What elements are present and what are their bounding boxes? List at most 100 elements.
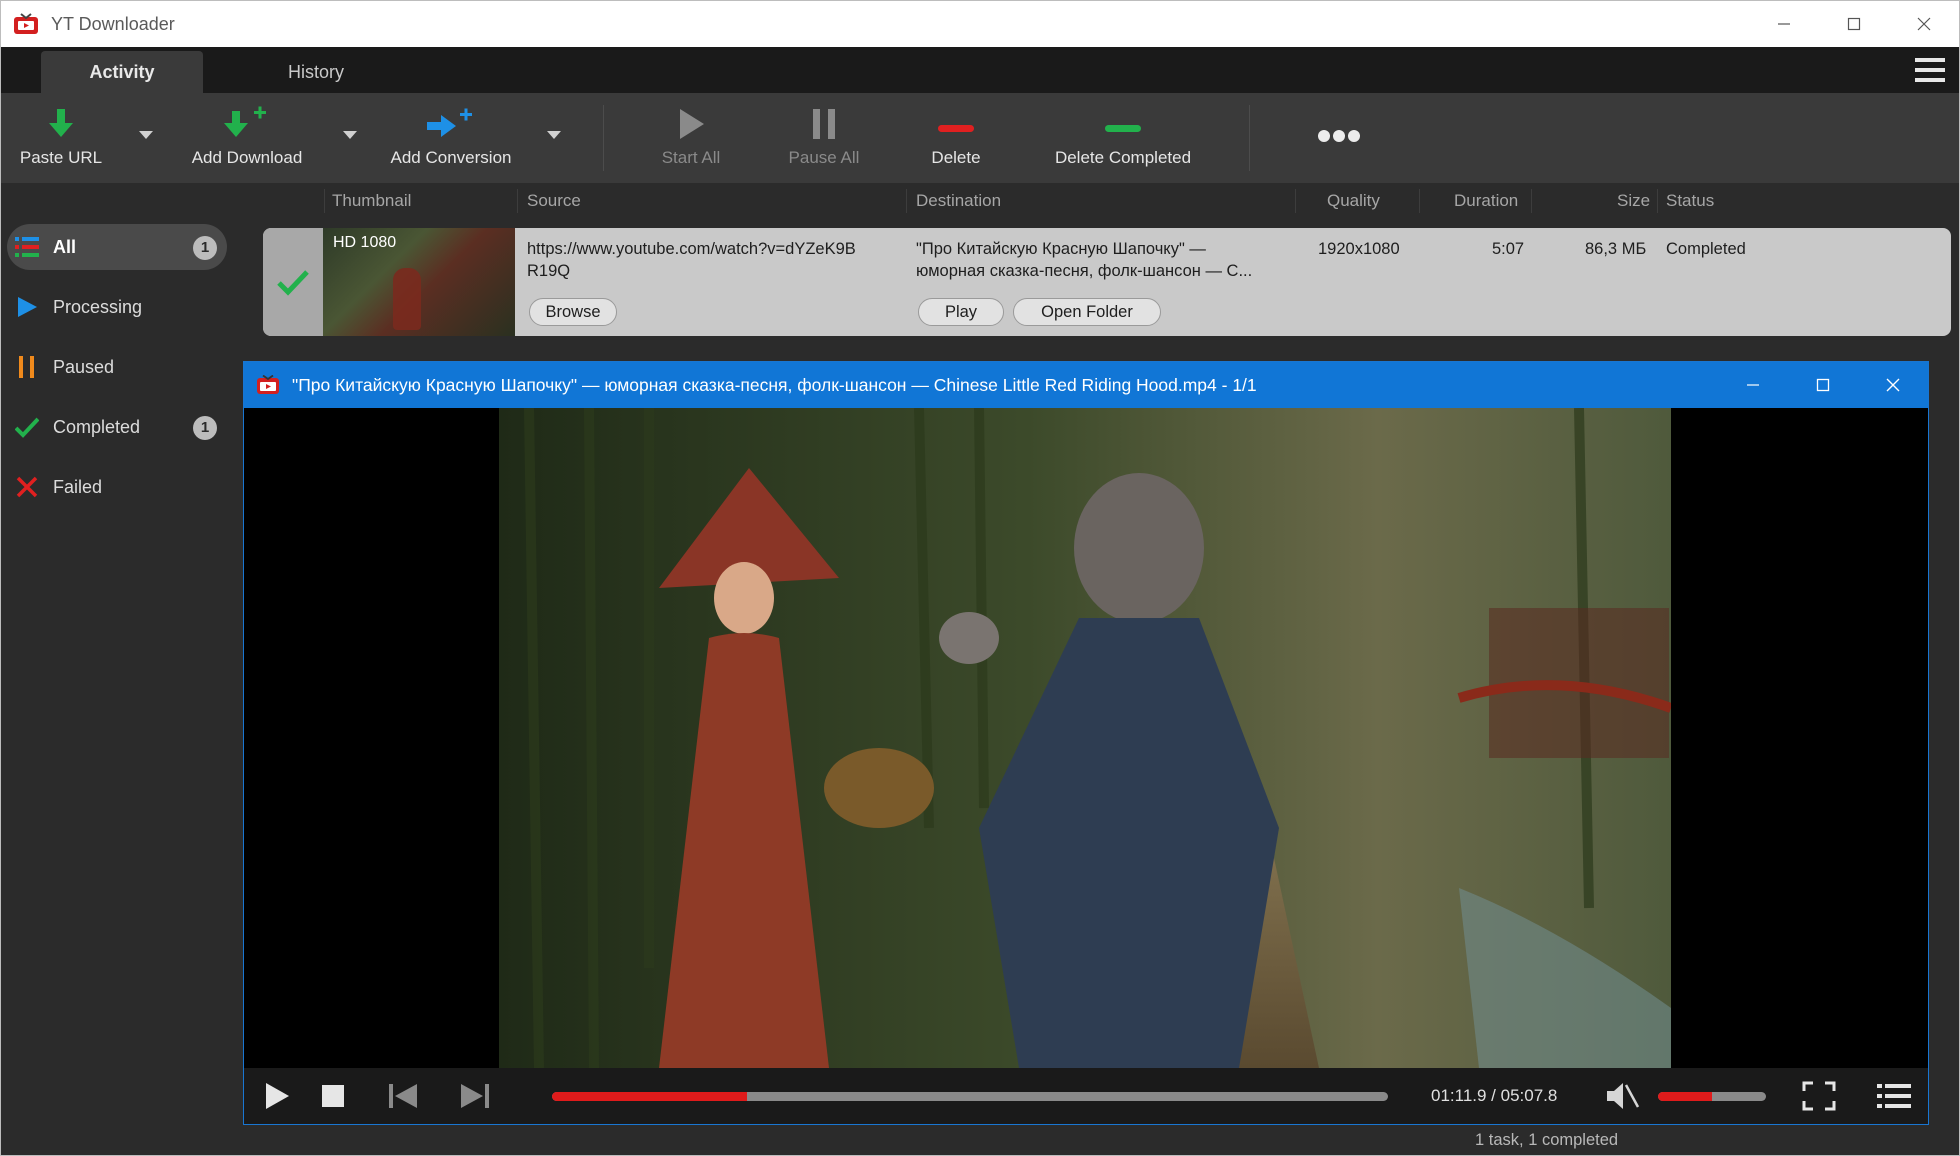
delete-completed-label: Delete Completed xyxy=(1054,148,1192,167)
destination-line2: юморная сказка-песня, фолк-шансон — С... xyxy=(916,262,1253,280)
video-frame[interactable] xyxy=(499,408,1671,1068)
col-destination[interactable]: Destination xyxy=(916,183,1001,219)
sidebar-item-processing[interactable]: Processing xyxy=(7,284,227,330)
toolbar: Paste URL Add Download Add Conversion St… xyxy=(1,93,1959,183)
speaker-muted-icon xyxy=(1607,1083,1640,1109)
play-icon xyxy=(15,295,39,319)
stop-button[interactable] xyxy=(318,1068,348,1124)
tab-bar: Activity History xyxy=(1,47,1959,93)
volume-level xyxy=(1658,1092,1712,1101)
add-conversion-dropdown-icon[interactable] xyxy=(547,131,561,139)
playlist-button[interactable] xyxy=(1874,1068,1914,1124)
sidebar-item-paused[interactable]: Paused xyxy=(7,344,227,390)
source-url-line1: https://www.youtube.com/watch?v=dYZeK9B xyxy=(527,240,856,258)
sidebar-item-label: All xyxy=(53,236,77,257)
col-size[interactable]: Size xyxy=(1617,183,1650,219)
title-bar: YT Downloader xyxy=(1,1,1959,47)
delete-label: Delete xyxy=(931,148,981,167)
status-value: Completed xyxy=(1666,240,1746,258)
player-maximize-button[interactable] xyxy=(1788,362,1858,408)
pause-icon xyxy=(15,355,39,379)
toolbar-separator xyxy=(1249,105,1250,171)
list-icon xyxy=(15,235,39,259)
column-separator xyxy=(1657,189,1658,213)
play-button[interactable]: Play xyxy=(918,298,1004,326)
seek-bar[interactable] xyxy=(552,1092,1388,1101)
main-menu-icon[interactable] xyxy=(1913,55,1947,85)
sidebar-item-label: Paused xyxy=(53,356,115,377)
sidebar: All 1 Processing Paused Completed 1 Fail… xyxy=(1,219,241,1125)
stop-icon xyxy=(322,1085,344,1107)
col-duration[interactable]: Duration xyxy=(1454,183,1518,219)
browse-button[interactable]: Browse xyxy=(529,298,617,326)
fullscreen-icon xyxy=(1802,1081,1836,1111)
minus-red-icon xyxy=(938,125,974,132)
quality-badge: HD 1080 xyxy=(333,234,397,251)
duration-value: 5:07 xyxy=(1492,240,1525,258)
maximize-button[interactable] xyxy=(1819,1,1889,47)
column-separator xyxy=(517,189,518,213)
sidebar-item-all[interactable]: All 1 xyxy=(7,224,227,270)
delete-completed-button[interactable]: Delete Completed xyxy=(1047,93,1199,183)
player-title-bar: "Про Китайскую Красную Шапочку" — юморна… xyxy=(244,362,1928,408)
mute-button[interactable] xyxy=(1602,1068,1642,1124)
size-value: 86,3 МБ xyxy=(1585,240,1647,258)
add-download-label: Add Download xyxy=(191,148,303,167)
video-thumbnail: HD 1080 xyxy=(323,228,515,336)
sidebar-item-failed[interactable]: Failed xyxy=(7,464,227,510)
source-url-line2: R19Q xyxy=(527,262,571,280)
play-icon xyxy=(266,1083,289,1109)
paste-url-dropdown-icon[interactable] xyxy=(139,131,153,139)
add-download-button[interactable]: Add Download xyxy=(185,93,309,183)
add-conversion-button[interactable]: Add Conversion xyxy=(385,93,517,183)
column-separator xyxy=(1295,189,1296,213)
close-icon xyxy=(1917,17,1931,31)
play-icon xyxy=(680,109,704,139)
check-icon xyxy=(15,415,39,439)
volume-slider[interactable] xyxy=(1658,1092,1766,1101)
more-options-icon[interactable] xyxy=(1317,129,1361,143)
paste-url-button[interactable]: Paste URL xyxy=(19,93,103,183)
start-all-button[interactable]: Start All xyxy=(651,93,731,183)
player-app-icon xyxy=(257,375,279,394)
maximize-icon xyxy=(1847,17,1861,31)
col-quality[interactable]: Quality xyxy=(1327,183,1380,219)
paste-url-label: Paste URL xyxy=(19,148,103,167)
tab-history[interactable]: History xyxy=(241,51,391,93)
close-button[interactable] xyxy=(1889,1,1959,47)
player-title: "Про Китайскую Красную Шапочку" — юморна… xyxy=(292,374,1257,395)
pause-all-button[interactable]: Pause All xyxy=(781,93,867,183)
column-separator xyxy=(324,189,325,213)
column-header: Thumbnail Source Destination Quality Dur… xyxy=(1,183,1959,219)
add-download-dropdown-icon[interactable] xyxy=(343,131,357,139)
cross-icon xyxy=(15,475,39,499)
start-all-label: Start All xyxy=(661,148,721,167)
app-logo-icon xyxy=(14,13,38,34)
video-player-window: "Про Китайскую Красную Шапочку" — юморна… xyxy=(243,361,1929,1125)
col-thumbnail[interactable]: Thumbnail xyxy=(332,183,411,219)
download-row[interactable]: HD 1080 https://www.youtube.com/watch?v=… xyxy=(263,228,1951,336)
col-status[interactable]: Status xyxy=(1666,183,1714,219)
player-close-button[interactable] xyxy=(1858,362,1928,408)
skip-previous-icon xyxy=(389,1084,417,1108)
play-button[interactable] xyxy=(260,1068,294,1124)
next-button[interactable] xyxy=(458,1068,492,1124)
minimize-button[interactable] xyxy=(1749,1,1819,47)
count-badge: 1 xyxy=(193,416,217,440)
minimize-icon xyxy=(1747,384,1759,386)
sidebar-item-label: Processing xyxy=(53,296,143,317)
completed-check-icon xyxy=(263,228,323,336)
seek-bar-played xyxy=(552,1092,747,1101)
delete-button[interactable]: Delete xyxy=(917,93,995,183)
sidebar-item-completed[interactable]: Completed 1 xyxy=(7,404,227,450)
download-arrow-icon xyxy=(49,109,73,137)
minimize-icon xyxy=(1778,23,1790,25)
open-folder-button[interactable]: Open Folder xyxy=(1013,298,1161,326)
fullscreen-button[interactable] xyxy=(1800,1068,1838,1124)
player-minimize-button[interactable] xyxy=(1718,362,1788,408)
col-source[interactable]: Source xyxy=(527,183,581,219)
close-icon xyxy=(1886,378,1900,392)
thumbnail-figure xyxy=(393,268,421,330)
previous-button[interactable] xyxy=(386,1068,420,1124)
tab-activity[interactable]: Activity xyxy=(41,51,203,93)
